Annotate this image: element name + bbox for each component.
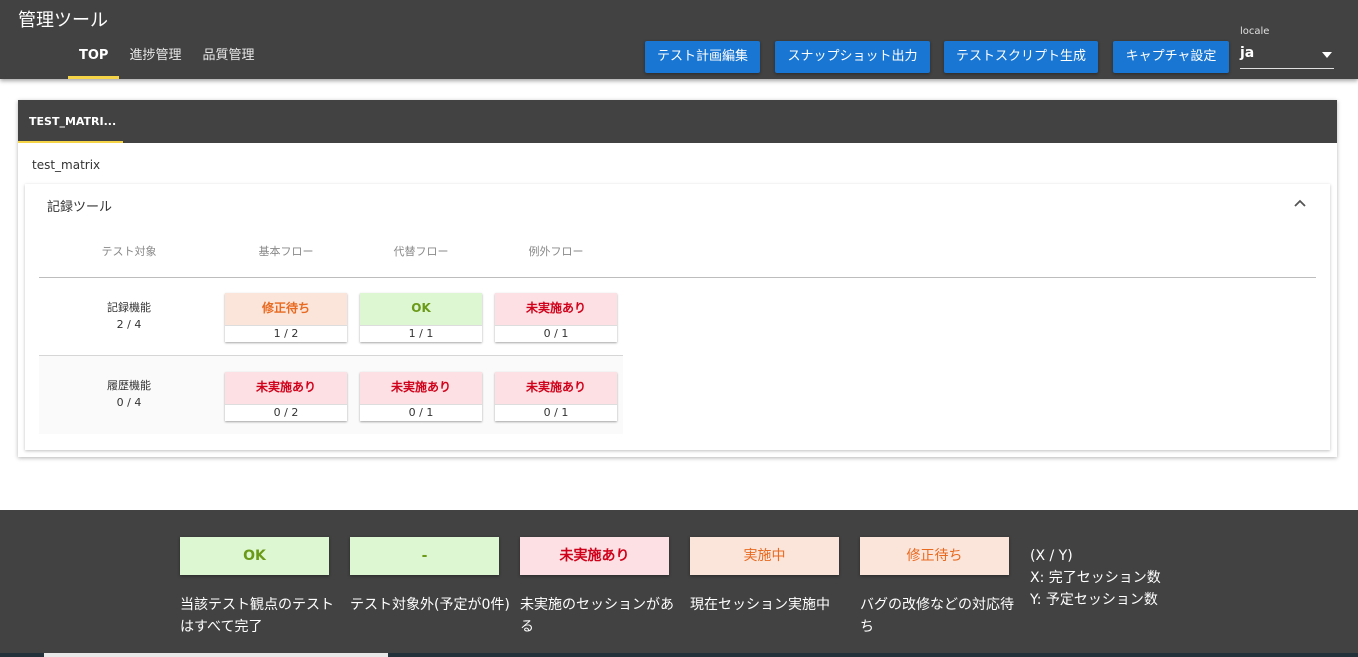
matrix-cell[interactable]: 未実施あり 0 / 1 <box>495 372 617 421</box>
col-header-target: テスト対象 <box>101 245 157 258</box>
app-header: 管理ツール TOP 進捗管理 品質管理 テスト計画編集 スナップショット出力 テ… <box>0 0 1358 79</box>
nav-tabs: TOP 進捗管理 品質管理 <box>68 42 254 79</box>
capture-settings-button[interactable]: キャプチャ設定 <box>1113 41 1229 73</box>
tab-test-matrix[interactable]: TEST_MATRI... <box>18 100 123 143</box>
legend-awaiting-fix-desc: バグの改修などの対応待ち <box>860 597 1014 635</box>
cell-count: 1 / 1 <box>360 325 482 342</box>
legend-ok-desc: 当該テスト観点のテストはすべて完了 <box>180 597 334 635</box>
test-matrix-card: TEST_MATRI... test_matrix 記録ツール テスト対象 基本… <box>18 100 1337 457</box>
table-row-target: 記録機能 2 / 4 <box>39 299 219 333</box>
legend-bar: OK - 未実施あり 実施中 修正待ち 当該テスト観点のテストはすべて完了 テス… <box>0 510 1358 657</box>
cell-status: 修正待ち <box>225 293 347 325</box>
legend-na-badge: - <box>350 537 499 575</box>
chevron-up-icon[interactable] <box>1290 193 1310 213</box>
app-title: 管理ツール <box>18 10 108 31</box>
col-header-alt-flow: 代替フロー <box>393 245 449 258</box>
taskbar-strip-light <box>44 653 388 657</box>
panel-title: 記録ツール <box>47 200 113 215</box>
col-header-exception-flow: 例外フロー <box>528 245 584 258</box>
generate-test-script-button[interactable]: テストスクリプト生成 <box>944 41 1098 73</box>
cell-count: 1 / 2 <box>225 325 347 342</box>
expansion-panel: 記録ツール テスト対象 基本フロー 代替フロー 例外フロー 記録機能 2 / 4… <box>25 184 1330 450</box>
matrix-tab-bar: TEST_MATRI... <box>18 100 1337 143</box>
legend-ok-badge: OK <box>180 537 329 575</box>
col-header-basic-flow: 基本フロー <box>258 245 314 258</box>
locale-select[interactable]: ja <box>1240 43 1334 69</box>
cell-status: 未実施あり <box>495 293 617 325</box>
locale-field: locale ja <box>1240 26 1334 70</box>
cell-count: 0 / 2 <box>225 404 347 421</box>
legend-not-run-badge: 未実施あり <box>520 537 669 575</box>
matrix-name: test_matrix <box>32 158 101 172</box>
locale-label: locale <box>1240 26 1270 37</box>
cell-status: 未実施あり <box>495 372 617 404</box>
target-progress: 0 / 4 <box>116 396 142 409</box>
legend-in-progress-badge: 実施中 <box>690 537 839 575</box>
cell-status: 未実施あり <box>225 372 347 404</box>
matrix-cell[interactable]: 修正待ち 1 / 2 <box>225 293 347 342</box>
legend-awaiting-fix-badge: 修正待ち <box>860 537 1009 575</box>
tab-progress[interactable]: 進捗管理 <box>119 42 181 79</box>
matrix-cell[interactable]: 未実施あり 0 / 1 <box>495 293 617 342</box>
target-progress: 2 / 4 <box>116 318 142 331</box>
target-name: 記録機能 <box>107 301 151 314</box>
matrix-cell[interactable]: OK 1 / 1 <box>360 293 482 342</box>
caret-down-icon <box>1322 52 1332 58</box>
cell-status: 未実施あり <box>360 372 482 404</box>
matrix-cell[interactable]: 未実施あり 0 / 1 <box>360 372 482 421</box>
cell-status: OK <box>360 293 482 325</box>
cell-count: 0 / 1 <box>495 325 617 342</box>
locale-value: ja <box>1240 45 1255 61</box>
xy-legend: (X / Y) X: 完了セッション数 Y: 予定セッション数 <box>1030 545 1161 611</box>
xy-title: (X / Y) <box>1030 548 1073 564</box>
header-divider <box>39 277 1316 278</box>
edit-test-plan-button[interactable]: テスト計画編集 <box>645 41 760 73</box>
legend-na-desc: テスト対象外(予定が0件) <box>350 597 510 613</box>
cell-count: 0 / 1 <box>495 404 617 421</box>
xy-x-desc: X: 完了セッション数 <box>1030 570 1161 586</box>
legend-in-progress-desc: 現在セッション実施中 <box>690 597 830 613</box>
cell-count: 0 / 1 <box>360 404 482 421</box>
target-name: 履歴機能 <box>107 379 151 392</box>
xy-y-desc: Y: 予定セッション数 <box>1030 592 1158 608</box>
legend-not-run-desc: 未実施のセッションがある <box>520 597 674 635</box>
table-row-target: 履歴機能 0 / 4 <box>39 377 219 411</box>
matrix-cell[interactable]: 未実施あり 0 / 2 <box>225 372 347 421</box>
tab-top[interactable]: TOP <box>68 42 120 79</box>
tab-quality[interactable]: 品質管理 <box>181 42 254 79</box>
snapshot-export-button[interactable]: スナップショット出力 <box>775 41 930 73</box>
